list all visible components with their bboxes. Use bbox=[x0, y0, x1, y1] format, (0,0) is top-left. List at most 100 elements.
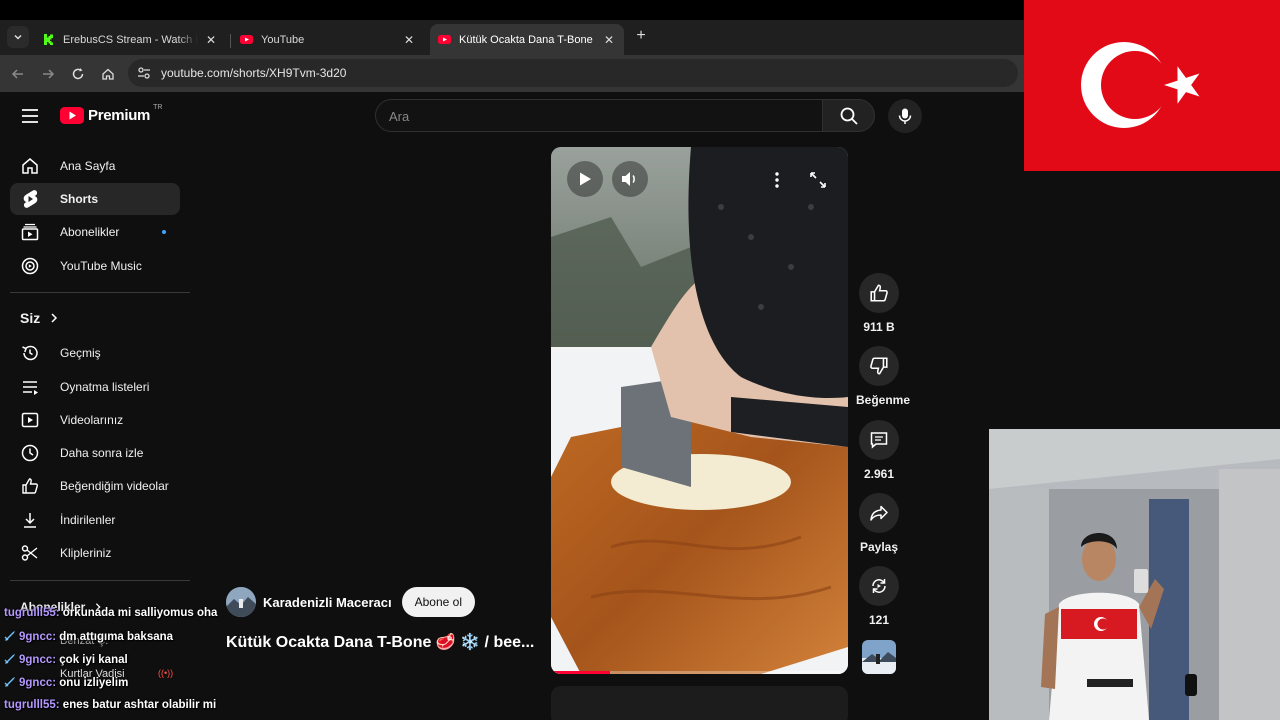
search-icon bbox=[840, 107, 858, 125]
fullscreen-icon[interactable] bbox=[808, 170, 828, 190]
chat-text: dm attıgıma baksana bbox=[59, 631, 174, 643]
address-bar[interactable]: youtube.com/shorts/XH9Tvm-3d20 bbox=[128, 59, 1018, 87]
comment-count: 2.961 bbox=[863, 467, 895, 481]
liked-icon bbox=[22, 478, 38, 494]
chat-username: tugrulll55 bbox=[4, 607, 56, 619]
menu-icon[interactable] bbox=[20, 108, 40, 124]
microphone-icon bbox=[898, 108, 912, 124]
more-options-icon[interactable] bbox=[767, 171, 787, 189]
subscribe-button[interactable]: Abone ol bbox=[401, 587, 475, 617]
sword-badge-icon bbox=[4, 631, 15, 641]
region-code: TR bbox=[153, 104, 163, 111]
thumbs-down-icon bbox=[870, 357, 888, 375]
close-tab-icon[interactable]: ✕ bbox=[204, 33, 218, 47]
sidebar-item-your-videos[interactable]: Videolarınız bbox=[10, 404, 180, 436]
like-action: 911 B bbox=[856, 273, 902, 334]
tab-search-button[interactable] bbox=[7, 26, 29, 48]
dislike-button[interactable] bbox=[859, 346, 899, 386]
close-tab-icon[interactable]: ✕ bbox=[402, 33, 416, 47]
you-header-label: Siz bbox=[20, 310, 41, 326]
youtube-premium-logo[interactable]: Premium TR bbox=[60, 104, 163, 126]
sidebar-item-clips[interactable]: Klipleriniz bbox=[10, 537, 180, 569]
play-icon bbox=[580, 172, 591, 186]
tab-title: YouTube bbox=[261, 33, 305, 46]
music-icon bbox=[21, 257, 39, 275]
sword-badge-icon bbox=[4, 677, 15, 687]
webcam-feed bbox=[989, 429, 1280, 720]
sidebar-item-label: Oynatma listeleri bbox=[60, 380, 150, 394]
youtube-page: Premium TR Ara Ana Sayfa Shorts Abonelik… bbox=[0, 92, 1024, 720]
search-button[interactable] bbox=[822, 99, 875, 132]
sidebar-item-label: Beğendiğim videolar bbox=[60, 479, 169, 493]
arrow-left-icon bbox=[11, 69, 23, 79]
kick-logo-icon bbox=[42, 33, 55, 46]
sidebar-you-header[interactable]: Siz bbox=[20, 310, 60, 326]
next-short-preview[interactable] bbox=[551, 686, 848, 720]
tab-kick[interactable]: ErebusCS Stream - Watch Live on Kick ✕ bbox=[34, 24, 226, 55]
sidebar-item-label: Videolarınız bbox=[60, 413, 124, 427]
channel-row: Karadenizli Maceracı Abone ol bbox=[226, 587, 475, 617]
shorts-player[interactable] bbox=[551, 147, 848, 674]
channel-name[interactable]: Karadenizli Maceracı bbox=[263, 595, 392, 610]
sidebar-item-liked-videos[interactable]: Beğendiğim videolar bbox=[10, 470, 180, 502]
sidebar-item-playlists[interactable]: Oynatma listeleri bbox=[10, 371, 180, 403]
sidebar-divider bbox=[10, 580, 190, 581]
sidebar-item-label: Ana Sayfa bbox=[60, 159, 116, 173]
thumbs-up-icon bbox=[870, 284, 888, 302]
watch-later-icon bbox=[21, 444, 39, 462]
volume-icon bbox=[622, 172, 635, 186]
playlist-icon bbox=[23, 381, 38, 395]
share-button[interactable] bbox=[859, 493, 899, 533]
search-placeholder: Ara bbox=[389, 109, 410, 124]
voice-search-button[interactable] bbox=[888, 99, 922, 133]
back-button[interactable] bbox=[8, 64, 28, 84]
chat-username: 9gncc bbox=[19, 631, 53, 643]
sidebar-item-home[interactable]: Ana Sayfa bbox=[10, 150, 180, 182]
sound-thumbnail[interactable] bbox=[856, 640, 902, 674]
remix-icon bbox=[872, 579, 886, 593]
live-indicator-icon: ((•)) bbox=[158, 668, 174, 678]
webcam-overlay bbox=[989, 429, 1280, 720]
short-title[interactable]: Kütük Ocakta Dana T-Bone 🥩 ❄️ / bee... bbox=[226, 632, 534, 652]
chat-message: tugrulll55: orkunada mi salliyomus oha bbox=[4, 607, 218, 619]
chat-text: onu izliyelim bbox=[59, 677, 129, 689]
tab-separator bbox=[230, 34, 231, 48]
new-tab-button[interactable]: + bbox=[632, 26, 650, 46]
mute-button[interactable] bbox=[612, 161, 648, 197]
chat-text: enes batur ashtar olabilir mi bbox=[62, 699, 217, 711]
turkish-flag-overlay bbox=[1024, 0, 1280, 171]
close-tab-icon[interactable]: ✕ bbox=[602, 33, 616, 47]
video-progress-bar[interactable] bbox=[551, 671, 848, 674]
new-content-dot bbox=[162, 230, 166, 234]
chat-message: 9gncc: onu izliyelim bbox=[4, 676, 128, 689]
youtube-logo-icon bbox=[60, 107, 84, 124]
play-button[interactable] bbox=[567, 161, 603, 197]
youtube-logo-icon bbox=[240, 35, 253, 44]
share-action: Paylaş bbox=[856, 493, 902, 554]
sidebar-item-downloads[interactable]: İndirilenler bbox=[10, 504, 180, 536]
sidebar-item-label: Shorts bbox=[60, 192, 99, 206]
home-button[interactable] bbox=[98, 64, 118, 84]
dislike-label: Beğenme bbox=[856, 393, 911, 407]
sidebar-item-youtube-music[interactable]: YouTube Music bbox=[10, 250, 180, 282]
like-count: 911 B bbox=[863, 320, 895, 334]
chat-username: 9gncc bbox=[19, 677, 53, 689]
forward-button[interactable] bbox=[38, 64, 58, 84]
sidebar-item-history[interactable]: Geçmiş bbox=[10, 337, 180, 369]
like-button[interactable] bbox=[859, 273, 899, 313]
turkish-flag-image bbox=[1024, 0, 1280, 171]
tab-short-active[interactable]: Kütük Ocakta Dana T-Bone 🥩 ✕ bbox=[430, 24, 624, 55]
search-input[interactable]: Ara bbox=[375, 99, 823, 132]
tab-youtube[interactable]: YouTube ✕ bbox=[232, 24, 424, 55]
sword-badge-icon bbox=[4, 654, 15, 664]
remix-button[interactable] bbox=[859, 566, 899, 606]
sidebar-divider bbox=[10, 292, 190, 293]
comments-button[interactable] bbox=[859, 420, 899, 460]
sidebar-item-subscriptions[interactable]: Abonelikler bbox=[10, 216, 180, 248]
channel-avatar[interactable] bbox=[226, 587, 256, 617]
window-top-bar bbox=[0, 0, 1024, 20]
sidebar-item-watch-later[interactable]: Daha sonra izle bbox=[10, 437, 180, 469]
sidebar-item-shorts[interactable]: Shorts bbox=[10, 183, 180, 215]
chat-username: 9gncc bbox=[19, 654, 53, 666]
reload-button[interactable] bbox=[68, 64, 88, 84]
